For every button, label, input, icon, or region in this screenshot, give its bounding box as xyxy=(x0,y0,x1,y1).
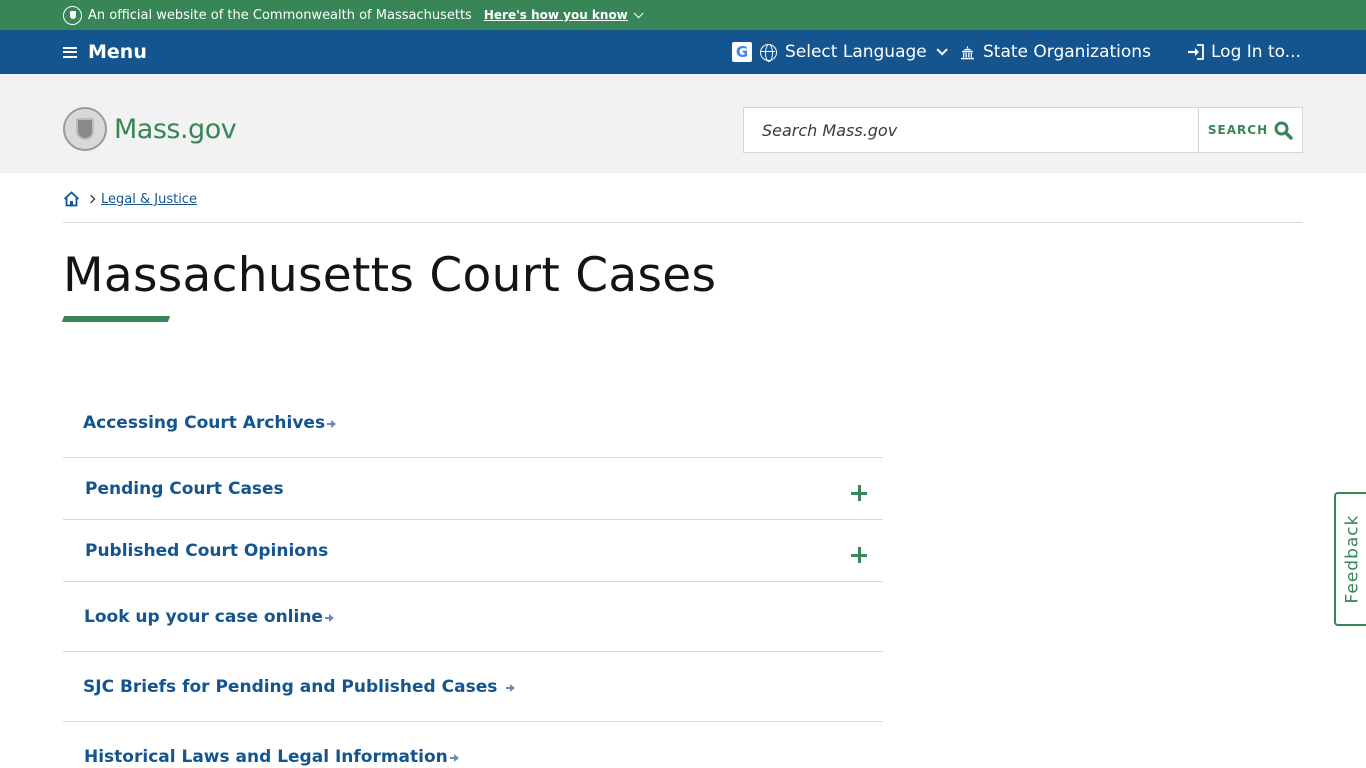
menu-label: Menu xyxy=(88,41,147,63)
list-item-label: Accessing Court Archives xyxy=(83,412,326,433)
arrow-right-icon xyxy=(449,754,459,762)
accordion-label: Pending Court Cases xyxy=(85,478,284,499)
state-organizations-label: State Organizations xyxy=(983,42,1151,62)
state-organizations-button[interactable]: State Organizations xyxy=(960,30,1151,74)
feedback-label: Feedback xyxy=(1342,514,1362,604)
chevron-down-icon xyxy=(936,44,948,56)
list-item-sjc-briefs[interactable]: SJC Briefs for Pending and Published Cas… xyxy=(63,652,883,722)
search-icon xyxy=(1274,121,1293,140)
menu-button[interactable]: Menu xyxy=(63,30,147,74)
accordion-published-court-opinions[interactable]: Published Court Opinions xyxy=(63,520,883,582)
chevron-right-icon xyxy=(86,194,96,204)
arrow-right-icon xyxy=(506,683,516,692)
search-button[interactable]: SEARCH xyxy=(1198,108,1302,152)
arrow-right-icon xyxy=(324,613,334,622)
breadcrumb: Legal & Justice xyxy=(63,188,1303,223)
court-cases-link-list: Accessing Court Archives Pending Court C… xyxy=(63,388,883,768)
official-banner-text: An official website of the Commonwealth … xyxy=(88,7,472,23)
google-translate-icon: G xyxy=(732,42,752,62)
commonwealth-seal-icon xyxy=(63,107,107,151)
feedback-tab[interactable]: Feedback xyxy=(1334,492,1366,626)
hamburger-icon xyxy=(63,46,77,58)
heres-how-you-know-label: Here's how you know xyxy=(483,8,628,22)
language-label: Select Language xyxy=(785,42,927,62)
page-title: Massachusetts Court Cases xyxy=(63,248,717,303)
site-search: SEARCH xyxy=(743,107,1303,153)
breadcrumb-link-legal-justice[interactable]: Legal & Justice xyxy=(101,191,197,209)
accordion-label: Published Court Opinions xyxy=(85,540,329,561)
site-header: Mass.gov SEARCH xyxy=(0,74,1366,173)
heres-how-you-know-toggle[interactable]: Here's how you know xyxy=(483,7,644,22)
chevron-down-icon xyxy=(633,7,644,18)
login-label: Log In to... xyxy=(1211,42,1301,62)
list-item-look-up-case-online[interactable]: Look up your case online xyxy=(63,582,883,652)
list-item-accessing-court-archives[interactable]: Accessing Court Archives xyxy=(63,388,883,458)
title-underline xyxy=(61,316,171,322)
home-icon[interactable] xyxy=(63,191,80,207)
mass-gov-logo[interactable]: Mass.gov xyxy=(63,107,237,151)
list-item-label: Historical Laws and Legal Information xyxy=(84,747,448,767)
login-icon xyxy=(1188,44,1204,60)
logo-text: Mass.gov xyxy=(114,113,237,145)
language-selector[interactable]: G Select Language xyxy=(732,30,948,74)
search-input[interactable] xyxy=(744,108,1198,152)
globe-icon xyxy=(760,43,777,62)
official-banner: An official website of the Commonwealth … xyxy=(0,0,1366,30)
arrow-right-icon xyxy=(327,419,337,428)
login-button[interactable]: Log In to... xyxy=(1186,30,1301,74)
plus-icon xyxy=(851,485,867,501)
capitol-building-icon xyxy=(961,45,974,59)
search-button-label: SEARCH xyxy=(1207,123,1269,137)
accordion-pending-court-cases[interactable]: Pending Court Cases xyxy=(63,458,883,520)
list-item-label: Look up your case online xyxy=(84,606,323,627)
plus-icon xyxy=(851,547,867,563)
utility-nav: Menu G Select Language State Organizatio… xyxy=(0,30,1366,74)
massachusetts-seal-icon xyxy=(63,5,82,25)
list-item-historical-laws[interactable]: Historical Laws and Legal Information xyxy=(63,722,883,768)
list-item-label: SJC Briefs for Pending and Published Cas… xyxy=(83,676,498,697)
